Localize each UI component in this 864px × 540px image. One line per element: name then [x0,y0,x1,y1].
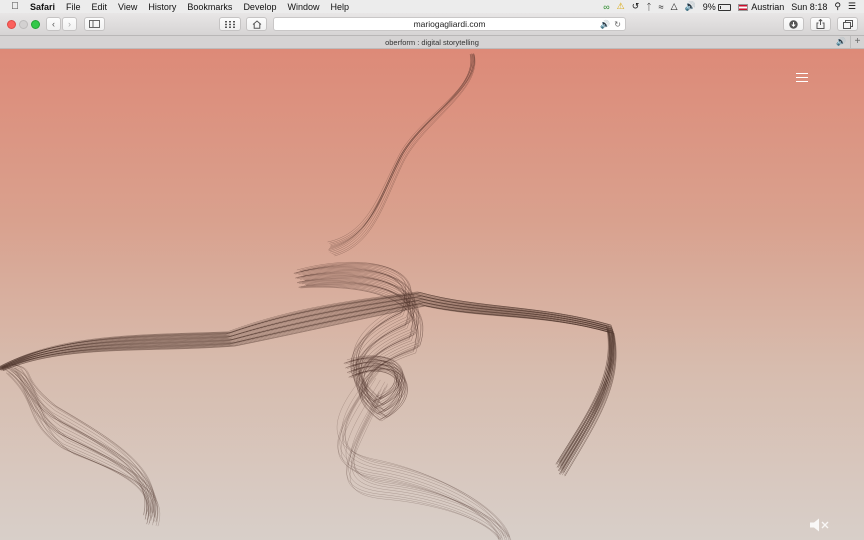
share-button[interactable] [810,17,831,31]
chevron-left-icon: ‹ [52,18,55,29]
link-status-icon[interactable]: ∞ [603,2,609,12]
browser-toolbar: ‹ › mariogagliardi.com 🔊 ↻ [0,13,864,36]
left-strand [14,367,156,518]
minimize-window-button[interactable] [19,20,28,29]
web-page [0,49,864,540]
tab-speaker-icon[interactable]: 🔊 [836,37,846,46]
zoom-window-button[interactable] [31,20,40,29]
tab-bar: oberform : digital storytelling 🔊 + [0,36,864,49]
top-strand [329,54,472,253]
top-strand [330,53,475,247]
chevron-right-icon: › [68,18,71,29]
address-bar[interactable]: mariogagliardi.com 🔊 ↻ [273,17,626,31]
ribbon-strand [2,299,615,470]
grid-icon [225,20,235,28]
home-icon [252,19,261,29]
home-button[interactable] [246,17,267,31]
close-window-button[interactable] [7,20,16,29]
new-tab-button[interactable]: + [850,36,864,48]
ribbon-strand [0,299,614,471]
apple-menu-icon[interactable]:  [0,1,30,12]
top-strand [328,54,472,250]
top-strand [327,53,473,243]
menu-bar:  Safari File Edit View History Bookmark… [0,0,864,13]
forward-button[interactable]: › [62,17,77,31]
sound-muted-icon[interactable] [808,517,830,533]
airplay-icon[interactable]: △ [671,1,678,12]
tab-audio-icon[interactable]: 🔊 [600,20,610,29]
top-sites-button[interactable] [219,17,241,31]
menu-file[interactable]: File [66,2,81,12]
left-strand [12,367,155,517]
menu-bookmarks[interactable]: Bookmarks [187,2,232,12]
top-strand [328,54,471,252]
time-machine-icon[interactable]: ↺ [632,1,640,12]
downloads-button[interactable] [783,17,804,31]
left-strand [4,365,146,515]
top-strand [329,53,475,244]
battery-percent: 9% [702,1,716,12]
top-strand [334,54,476,257]
volume-icon[interactable]: 🔊 [685,1,696,12]
ribbon-strand [0,294,609,465]
download-icon [789,19,798,29]
line-strands [0,53,617,540]
ribbon-strand [1,292,614,464]
bluetooth-icon[interactable]: ᛏ [646,2,651,12]
left-strand [6,365,148,515]
url-text: mariogagliardi.com [413,19,486,29]
ribbon-strand [0,293,612,464]
menu-edit[interactable]: Edit [92,2,108,12]
menu-history[interactable]: History [148,2,176,12]
ribbon-strand [0,296,611,468]
left-strand [11,363,153,513]
top-strand [328,53,473,249]
lower-strand [349,394,502,540]
ribbon-strand [0,298,613,469]
left-strand [8,372,152,524]
spotlight-search-icon[interactable]: ⚲ [834,1,841,12]
share-icon [816,19,825,29]
ribbon-strand [2,302,616,473]
active-tab-title[interactable]: oberform : digital storytelling [0,38,864,47]
sidebar-button[interactable] [84,17,105,31]
left-strand [5,368,148,520]
show-all-tabs-button[interactable] [837,17,858,31]
top-strand [333,54,475,255]
lower-strand [345,368,510,538]
sidebar-icon [89,20,100,28]
left-strand [5,372,149,525]
left-strand [13,364,155,514]
top-strand [331,54,474,254]
menu-window[interactable]: Window [287,2,319,12]
austria-flag-icon [738,3,749,11]
battery-icon [718,3,732,11]
reload-icon[interactable]: ↻ [614,20,621,29]
status-area: ∞ ⚠ ↺ ᛏ ≈ △ 🔊 9% Austrian Sun 8:18 ⚲ ☰ [603,1,864,12]
battery-indicator[interactable]: 9% [703,2,732,12]
menu-view[interactable]: View [118,2,137,12]
wifi-icon[interactable]: ≈ [659,2,664,12]
input-source-label: Austrian [751,1,785,12]
notification-center-icon[interactable]: ☰ [848,1,856,12]
clock[interactable]: Sun 8:18 [791,2,827,12]
menu-app-safari[interactable]: Safari [30,2,55,12]
back-button[interactable]: ‹ [46,17,61,31]
input-source-menu[interactable]: Austrian [738,2,784,12]
tabs-overview-icon [842,19,853,29]
menu-hamburger-icon[interactable] [796,73,808,83]
menu-help[interactable]: Help [330,2,349,12]
warning-icon[interactable]: ⚠ [617,1,625,12]
menu-develop[interactable]: Develop [243,2,276,12]
flowing-lines-artwork [0,53,617,540]
